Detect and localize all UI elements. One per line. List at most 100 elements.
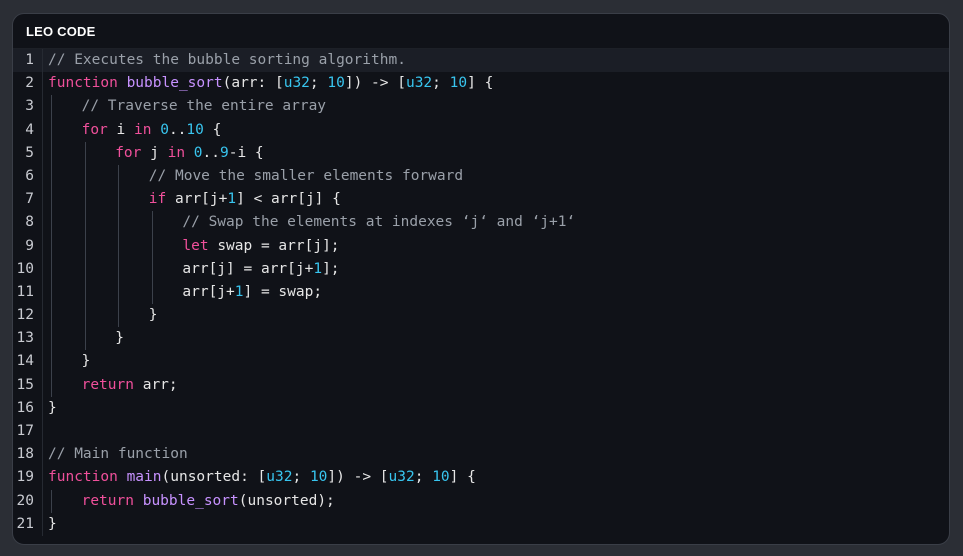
line-content: }: [48, 397, 57, 420]
code-line[interactable]: 21}: [13, 512, 949, 536]
indent-guide: [51, 118, 52, 142]
line-number: 13: [16, 330, 34, 347]
code-line[interactable]: 10 arr[j] = arr[j+1];: [13, 257, 949, 281]
line-content: let swap = arr[j];: [182, 235, 339, 258]
code-token: }: [48, 515, 57, 532]
line-content: if arr[j+1] < arr[j] {: [149, 188, 341, 211]
code-token: ..: [168, 121, 187, 138]
indent-guide: [51, 141, 52, 165]
gutter-separator: [42, 211, 43, 235]
indent-guide: [151, 280, 153, 305]
indent-guide: [51, 327, 52, 351]
line-number: 18: [16, 446, 34, 463]
code-token: 10: [327, 75, 345, 92]
code-token: ];: [322, 260, 340, 277]
code-editor[interactable]: 1 // Executes the bubble sorting algorith…: [13, 49, 949, 536]
gutter-separator: [42, 420, 43, 444]
indent-guide: [51, 350, 52, 374]
code-line[interactable]: 2 function bubble_sort(arr: [u32; 10]) ->…: [13, 72, 949, 96]
code-panel: LEO CODE 1 // Executes the bubble sorting…: [12, 13, 950, 545]
code-line[interactable]: 3 // Traverse the entire array: [13, 95, 949, 119]
line-number: 15: [16, 376, 34, 393]
gutter-separator: [42, 443, 43, 467]
code-line[interactable]: 18 // Main function: [13, 443, 949, 467]
code-line[interactable]: 12}: [13, 304, 949, 328]
line-content: for i in 0..10 {: [82, 119, 222, 142]
code-token: return: [81, 376, 134, 393]
indent-guide: [118, 234, 120, 258]
code-line[interactable]: 17: [13, 420, 949, 444]
gutter-separator: [42, 304, 43, 328]
line-content: // Swap the elements at indexes ‘j‘ and …: [182, 211, 575, 234]
code-token: {: [203, 121, 222, 138]
code-line[interactable]: 7 if arr[j+1] < arr[j] {: [13, 188, 949, 212]
code-token: }: [148, 307, 158, 324]
code-line[interactable]: 14}: [13, 350, 949, 374]
line-content: }: [82, 350, 91, 373]
code-token: u32: [405, 75, 433, 92]
code-token: arr[j+: [182, 283, 235, 300]
code-token: }: [115, 330, 124, 347]
line-number: 12: [16, 307, 34, 324]
indent-guide: [118, 257, 120, 281]
code-token: function: [48, 469, 118, 486]
code-line[interactable]: 1 // Executes the bubble sorting algorith…: [13, 49, 949, 73]
gutter-separator: [42, 396, 43, 420]
indent-guide: [51, 234, 52, 258]
gutter-separator: [42, 118, 43, 142]
line-content: arr[j] = arr[j+1];: [182, 258, 339, 281]
code-token: if: [148, 191, 167, 208]
panel-header: LEO CODE: [13, 14, 949, 49]
code-token: ;: [432, 75, 450, 92]
code-line[interactable]: 15 return arr;: [13, 373, 949, 397]
code-token: // Swap the elements at indexes ‘j‘ and …: [182, 214, 576, 231]
code-token: ;: [309, 75, 328, 92]
code-line[interactable]: 6 // Move the smaller elements forward: [13, 164, 949, 189]
indent-guide: [84, 164, 86, 189]
line-number: 1: [25, 52, 34, 68]
gutter-separator: [42, 512, 43, 536]
indent-guide: [118, 304, 120, 328]
code-token: in: [167, 144, 186, 161]
code-line[interactable]: 5 for j in 0..9-i {: [13, 141, 949, 165]
line-number: 10: [16, 260, 34, 277]
indent-guide: [84, 234, 86, 258]
panel-title: LEO CODE: [26, 23, 96, 39]
code-token: main: [126, 469, 162, 486]
indent-guide: [51, 95, 52, 119]
line-content: }: [149, 304, 158, 327]
indent-guide: [51, 304, 52, 328]
line-number: 16: [16, 399, 34, 416]
line-content: for j in 0..9-i {: [115, 142, 263, 165]
gutter-separator: [42, 49, 43, 73]
line-number: 6: [25, 167, 34, 184]
gutter-separator: [42, 141, 43, 165]
indent-guide: [84, 304, 86, 328]
code-line[interactable]: 13}: [13, 327, 949, 351]
code-token: function: [48, 75, 118, 92]
code-token: }: [81, 353, 91, 370]
code-token: for: [115, 144, 142, 161]
indent-guide: [84, 188, 86, 212]
code-line[interactable]: 16}: [13, 396, 949, 420]
code-token: j: [141, 144, 168, 161]
line-content: // Main function: [48, 443, 188, 466]
code-token: bubble_sort: [126, 75, 223, 92]
code-token: let: [182, 237, 209, 254]
indent-guide: [84, 280, 86, 305]
code-line[interactable]: 8 // Swap the elements at indexes ‘j‘ and…: [13, 211, 949, 235]
code-token: for: [81, 121, 108, 138]
code-line[interactable]: 20 return bubble_sort(unsorted);: [13, 489, 949, 513]
code-line[interactable]: 4 for i in 0..10 {: [13, 118, 949, 142]
code-token: ] {: [467, 75, 494, 92]
code-line[interactable]: 19 function main(unsorted: [u32; 10]) -> …: [13, 466, 949, 490]
code-line[interactable]: 11 arr[j+1] = swap;: [13, 280, 949, 305]
code-token: 10: [309, 469, 328, 486]
code-token: ;: [292, 469, 310, 486]
indent-guide: [84, 257, 86, 281]
line-content: }: [115, 327, 124, 350]
code-token: // Executes the bubble sorting algorithm…: [48, 52, 406, 68]
code-token: bubble_sort: [142, 492, 239, 509]
code-line[interactable]: 9 let swap = arr[j];: [13, 234, 949, 258]
